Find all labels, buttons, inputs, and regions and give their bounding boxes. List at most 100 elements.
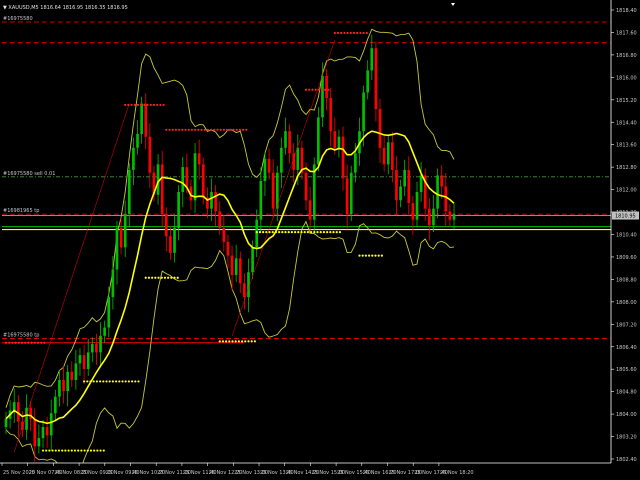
candle-body xyxy=(115,227,119,270)
signal-marker xyxy=(147,276,151,279)
price-tick-label: 1817.60 xyxy=(616,30,637,36)
chart-window[interactable]: #16975580 #16975580 sell 0.01 #16981965 tp… xyxy=(0,0,640,480)
signal-marker xyxy=(121,380,124,383)
signal-marker xyxy=(340,31,343,35)
price-tick-label: 1808.80 xyxy=(616,277,637,283)
candle-body xyxy=(132,147,135,170)
candle-body xyxy=(37,438,41,447)
candle-body xyxy=(378,109,382,148)
signal-marker xyxy=(349,31,352,35)
candle-body xyxy=(333,131,337,148)
signal-marker xyxy=(130,380,134,383)
signal-marker xyxy=(134,380,137,383)
signal-marker xyxy=(358,254,361,257)
signal-marker xyxy=(278,231,281,234)
candles xyxy=(4,34,456,462)
ma-line xyxy=(5,130,455,425)
signal-marker xyxy=(133,103,136,107)
signal-marker xyxy=(262,231,265,234)
candle-body xyxy=(58,380,61,397)
signal-marker xyxy=(82,380,86,383)
candle-body xyxy=(107,297,111,328)
signal-marker xyxy=(229,128,232,131)
signal-marker xyxy=(144,276,147,279)
signal-marker xyxy=(177,128,181,131)
candle-body xyxy=(45,427,49,436)
signal-marker xyxy=(237,340,241,343)
signal-marker xyxy=(105,380,108,383)
signal-marker xyxy=(306,231,310,234)
signal-marker xyxy=(93,449,96,452)
candle-body xyxy=(251,247,254,273)
candle-body xyxy=(280,147,283,173)
candle-body xyxy=(263,158,267,181)
signal-marker xyxy=(187,128,190,131)
signal-marker xyxy=(234,340,237,343)
candle-body xyxy=(432,208,435,226)
signal-marker xyxy=(316,231,319,234)
candle-body xyxy=(382,147,386,165)
signal-marker xyxy=(284,231,287,234)
candle-body xyxy=(148,136,152,173)
signal-marker xyxy=(304,88,308,91)
signal-marker xyxy=(327,88,330,91)
signal-marker xyxy=(265,231,268,234)
candle-body xyxy=(308,200,312,220)
signal-marker xyxy=(235,128,238,131)
candle-body xyxy=(296,147,300,170)
signal-marker xyxy=(33,341,36,344)
candle-body xyxy=(210,192,213,209)
candle-body xyxy=(440,175,444,187)
signal-marker xyxy=(200,128,203,131)
signal-marker xyxy=(40,341,43,344)
scroll-arrow-icon[interactable] xyxy=(451,3,455,6)
signal-marker xyxy=(231,340,234,343)
signal-marker xyxy=(184,128,187,131)
signal-marker xyxy=(27,341,30,344)
signal-marker xyxy=(324,88,327,91)
signal-marker xyxy=(102,449,105,452)
signal-marker xyxy=(311,88,314,91)
signal-marker xyxy=(253,340,257,343)
signal-marker xyxy=(380,254,383,257)
candle-body xyxy=(53,396,57,414)
signal-marker xyxy=(89,449,93,452)
signal-marker xyxy=(43,341,46,344)
candle-body xyxy=(444,186,448,212)
candle-body xyxy=(95,344,98,353)
candle-body xyxy=(321,75,324,118)
candle-body xyxy=(452,214,456,220)
signal-marker xyxy=(303,231,306,234)
price-tick-label: 1810.40 xyxy=(616,233,637,239)
signal-marker xyxy=(297,231,300,234)
signal-marker xyxy=(83,449,86,452)
signal-marker xyxy=(17,341,20,344)
price-chart[interactable]: #16975580 #16975580 sell 0.01 #16981965 tp… xyxy=(0,0,640,480)
candle-body xyxy=(230,255,234,275)
candle-body xyxy=(127,169,131,215)
candle-body xyxy=(86,352,90,369)
candle-body xyxy=(234,258,238,275)
signal-marker xyxy=(274,231,278,234)
candle-body xyxy=(284,131,287,148)
signal-marker xyxy=(281,231,284,234)
candle-body xyxy=(62,380,65,392)
signal-marker xyxy=(365,31,368,35)
signal-marker xyxy=(61,449,64,452)
candle-body xyxy=(222,227,226,242)
signal-marker xyxy=(45,449,48,452)
signal-marker xyxy=(222,128,225,131)
candle-body xyxy=(386,142,390,165)
signal-marker xyxy=(213,128,216,131)
signal-marker xyxy=(163,276,167,279)
signal-marker xyxy=(203,128,206,131)
signal-marker xyxy=(151,276,154,279)
signal-marker xyxy=(209,128,213,131)
candle-body xyxy=(267,158,271,173)
candle-body xyxy=(99,335,102,353)
candle-body xyxy=(41,427,45,439)
candle-body xyxy=(329,98,333,132)
price-tick-label: 1804.80 xyxy=(616,390,637,396)
signal-marker xyxy=(95,380,98,383)
signal-marker xyxy=(80,449,83,452)
